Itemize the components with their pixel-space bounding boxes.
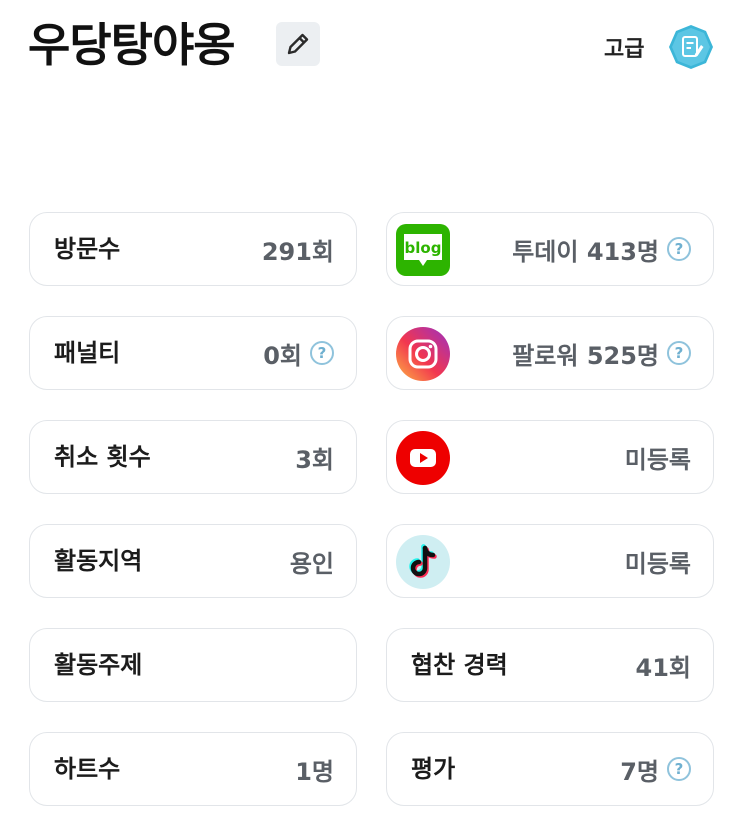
naver-blog-icon: blog bbox=[396, 224, 450, 276]
stat-card-sponsor-history: 협찬 경력 41회 bbox=[386, 628, 714, 702]
help-icon[interactable]: ? bbox=[310, 341, 334, 365]
channel-card-blog[interactable]: blog 투데이 413명 ? bbox=[386, 212, 714, 286]
profile-header: 우당탕야옹 고급 bbox=[0, 0, 743, 100]
blog-icon-text: blog bbox=[405, 239, 442, 257]
channel-card-instagram[interactable]: 팔로워 525명 ? bbox=[386, 316, 714, 390]
channel-card-youtube[interactable]: 미등록 bbox=[386, 420, 714, 494]
grade-badge-icon bbox=[669, 25, 713, 69]
stat-label: 평가 bbox=[411, 755, 456, 783]
stat-label: 취소 횟수 bbox=[54, 443, 151, 471]
stat-label: 협찬 경력 bbox=[411, 651, 508, 679]
help-icon[interactable]: ? bbox=[667, 757, 691, 781]
stat-label: 패널티 bbox=[54, 339, 121, 367]
stat-card-hearts: 하트수 1명 bbox=[29, 732, 357, 806]
stat-card-visits: 방문수 291회 bbox=[29, 212, 357, 286]
stat-value: 0회 bbox=[263, 341, 302, 370]
stat-value: 291회 bbox=[261, 237, 334, 266]
stat-card-region: 활동지역 용인 bbox=[29, 524, 357, 598]
channel-card-tiktok[interactable]: 미등록 bbox=[386, 524, 714, 598]
stat-card-cancel-count: 취소 횟수 3회 bbox=[29, 420, 357, 494]
stat-value: 용인 bbox=[289, 549, 334, 578]
channel-value: 팔로워 525명 bbox=[512, 341, 659, 370]
stat-value: 41회 bbox=[635, 653, 691, 682]
help-icon[interactable]: ? bbox=[667, 341, 691, 365]
pencil-icon bbox=[287, 33, 309, 55]
stat-card-reviews: 평가 7명 ? bbox=[386, 732, 714, 806]
channel-value: 미등록 bbox=[624, 445, 691, 474]
stat-label: 하트수 bbox=[54, 755, 121, 783]
instagram-icon bbox=[396, 327, 450, 381]
stat-value: 3회 bbox=[295, 445, 334, 474]
stat-card-penalty: 패널티 0회 ? bbox=[29, 316, 357, 390]
youtube-icon bbox=[396, 431, 450, 485]
nickname: 우당탕야옹 bbox=[28, 18, 236, 72]
stat-value: 7명 bbox=[620, 757, 659, 786]
edit-nickname-button[interactable] bbox=[276, 22, 320, 66]
tiktok-icon bbox=[396, 535, 450, 589]
channel-value: 투데이 413명 bbox=[512, 237, 659, 266]
stat-value: 1명 bbox=[295, 757, 334, 786]
help-icon[interactable]: ? bbox=[667, 237, 691, 261]
channel-value: 미등록 bbox=[624, 549, 691, 578]
stat-label: 활동주제 bbox=[54, 651, 143, 679]
grade-label: 고급 bbox=[604, 37, 645, 62]
stat-card-topic: 활동주제 bbox=[29, 628, 357, 702]
stat-label: 활동지역 bbox=[54, 547, 143, 575]
stat-label: 방문수 bbox=[54, 235, 121, 263]
